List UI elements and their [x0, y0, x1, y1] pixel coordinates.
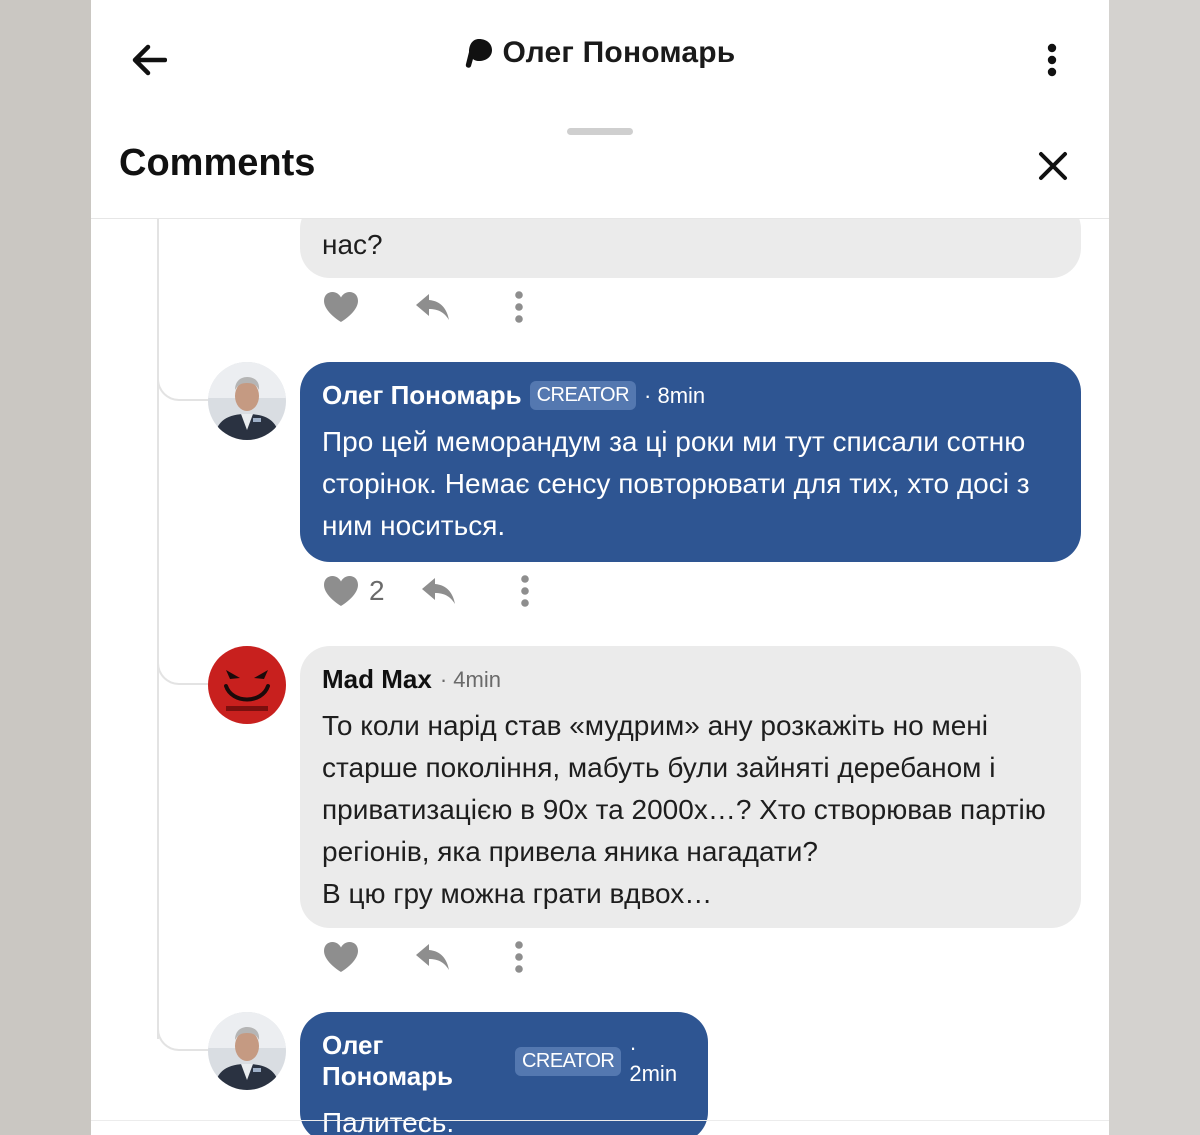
reply-button[interactable]	[415, 942, 451, 972]
creator-title: Олег Пономарь	[91, 36, 1109, 70]
left-backdrop	[0, 0, 91, 1135]
comment-text: Про цей меморандум за ці роки ми тут спи…	[322, 426, 1030, 541]
comments-heading: Comments	[119, 142, 316, 184]
thread-branch	[157, 369, 209, 401]
patreon-logo-icon	[465, 39, 492, 68]
comment-author[interactable]: Mad Max	[322, 664, 432, 695]
more-options-button[interactable]	[1037, 38, 1067, 82]
like-button[interactable]	[323, 941, 359, 973]
comment-bubble: Mad Max · 4min То коли нарід став «мудри…	[300, 646, 1081, 928]
comment-bubble: Олег Пономарь CREATOR · 2min Палитесь.	[300, 1012, 708, 1135]
creator-avatar-image	[208, 1012, 286, 1090]
more-vertical-icon	[1047, 43, 1057, 77]
avatar[interactable]	[208, 1012, 286, 1090]
right-backdrop	[1109, 0, 1200, 1135]
comment-time: · 4min	[439, 666, 501, 692]
comment-time: · 8min	[644, 382, 706, 408]
sheet-drag-handle[interactable]	[567, 128, 633, 135]
more-vertical-icon	[515, 941, 523, 973]
comment-author[interactable]: Олег Пономарь	[322, 1030, 507, 1092]
close-comments-button[interactable]	[1033, 146, 1073, 186]
reply-button[interactable]	[421, 576, 457, 606]
creator-badge: CREATOR	[514, 1046, 622, 1076]
reply-icon	[416, 294, 449, 320]
creator-avatar-image	[208, 362, 286, 440]
thread-line	[157, 219, 159, 1039]
like-count: 2	[369, 575, 385, 606]
comment-author[interactable]: Олег Пономарь	[322, 380, 522, 411]
thread-branch	[157, 1019, 209, 1051]
avatar[interactable]	[208, 646, 286, 724]
comment-text: нас?	[322, 229, 383, 260]
user-avatar-image	[208, 646, 286, 724]
comment-thread[interactable]: нас? Олег Пономарь CREATOR · 8min Про це…	[91, 219, 1109, 1135]
comment-bubble-partial: нас?	[300, 219, 1081, 278]
comment-meta: Олег Пономарь CREATOR · 8min	[322, 380, 1059, 411]
comment-meta: Mad Max · 4min	[322, 664, 1059, 695]
thread-branch	[157, 653, 209, 685]
like-button[interactable]: 2	[323, 575, 385, 607]
comment-actions: 2	[323, 571, 529, 611]
heart-icon	[324, 942, 358, 972]
reply-button[interactable]	[415, 292, 451, 322]
creator-badge: CREATOR	[529, 381, 637, 410]
comment-more-button[interactable]	[515, 941, 523, 973]
reply-icon	[416, 944, 449, 970]
comment-bubble: Олег Пономарь CREATOR · 8min Про цей мем…	[300, 362, 1081, 562]
app-screen: Олег Пономарь Comments нас? Олег Пономар…	[91, 0, 1109, 1135]
bottom-divider	[91, 1120, 1109, 1121]
close-icon	[1039, 152, 1067, 180]
page-title: Олег Пономарь	[502, 36, 736, 69]
more-vertical-icon	[515, 291, 523, 323]
more-vertical-icon	[520, 575, 529, 607]
comment-actions	[323, 287, 523, 327]
comment-text: То коли нарід став «мудрим» ану розкажіт…	[322, 710, 1046, 909]
reply-icon	[421, 578, 455, 604]
heart-icon	[324, 292, 358, 322]
heart-icon	[324, 576, 358, 606]
comment-more-button[interactable]	[515, 291, 523, 323]
comment-text: Палитесь.	[322, 1107, 455, 1135]
avatar[interactable]	[208, 362, 286, 440]
comment-meta: Олег Пономарь CREATOR · 2min	[322, 1030, 686, 1092]
comment-time: · 2min	[629, 1035, 678, 1086]
like-button[interactable]	[323, 291, 359, 323]
comment-actions	[323, 937, 523, 977]
app-header: Олег Пономарь	[91, 0, 1109, 120]
comment-more-button[interactable]	[520, 575, 529, 607]
